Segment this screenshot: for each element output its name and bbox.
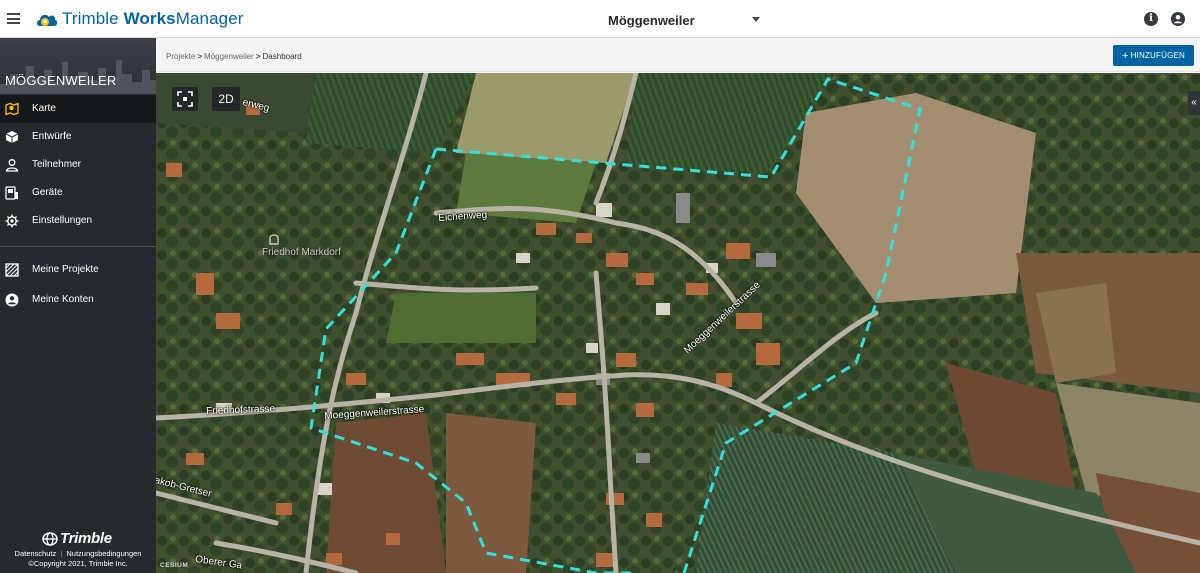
cesium-attribution[interactable]: CESIUM — [160, 562, 188, 569]
chevron-down-icon — [752, 17, 760, 22]
sidebar-divider — [0, 246, 156, 247]
projects-icon — [5, 263, 19, 277]
copyright-text: ©Copyright 2021, Trimble Inc. — [28, 559, 128, 568]
trimble-globe-icon — [42, 531, 58, 546]
sidebar-item-meine-konten[interactable]: Meine Konten — [0, 286, 156, 314]
app-title-part3: Manager — [175, 9, 244, 28]
map-view[interactable]: Eichenweg Friedhofstrasse Moeggenweilers… — [156, 73, 1200, 573]
sidebar-item-label: Meine Projekte — [32, 264, 99, 275]
account-glyph — [1174, 14, 1182, 24]
trimble-cloud-icon — [37, 14, 58, 26]
add-button[interactable]: + HINZUFÜGEN — [1113, 45, 1194, 66]
fullscreen-icon — [177, 91, 193, 107]
cemetery-icon — [269, 234, 279, 245]
app-title-part2: Works — [123, 9, 176, 28]
top-bar: Trimble WorksManager Möggenweiler — [0, 0, 1200, 38]
fullscreen-button[interactable] — [172, 87, 198, 111]
hamburger-menu-icon[interactable] — [7, 13, 20, 24]
footer-separator: | — [60, 549, 63, 558]
view-mode-toggle[interactable]: 2D — [212, 87, 240, 111]
footer-links: Datenschutz | Nutzungsbedingungen — [0, 549, 156, 558]
sidebar-item-label: Meine Konten — [32, 294, 94, 305]
project-selector[interactable]: Möggenweiler — [600, 11, 770, 29]
account-icon[interactable] — [1171, 12, 1185, 26]
sidebar-project-header: MÖGGENWEILER — [0, 38, 156, 94]
trimble-brand-logo: Trimble — [42, 530, 112, 547]
add-button-label: HINZUFÜGEN — [1130, 51, 1186, 60]
plus-icon: + — [1121, 50, 1129, 62]
breadcrumb-item-moeggenweiler[interactable]: Möggenweiler — [204, 52, 254, 61]
breadcrumb: Projekte > Möggenweiler > Dashboard — [166, 52, 302, 61]
poi-label: Friedhof Markdorf — [262, 247, 341, 258]
chevron-right-icon: > — [197, 52, 203, 61]
person-icon — [5, 159, 19, 172]
sidebar-item-label: Einstellungen — [32, 215, 93, 226]
sidebar-item-meine-projekte[interactable]: Meine Projekte — [0, 256, 156, 284]
app-title: Trimble WorksManager — [62, 9, 244, 29]
map-pin-icon — [5, 102, 19, 116]
breadcrumb-item-projekte[interactable]: Projekte — [166, 52, 195, 61]
cube-icon — [5, 131, 19, 143]
app-title-part1: Trimble — [62, 9, 124, 28]
sidebar-item-label: Entwürfe — [32, 131, 72, 142]
terms-link[interactable]: Nutzungsbedingungen — [66, 549, 141, 558]
project-selector-value: Möggenweiler — [608, 13, 695, 28]
sidebar-item-geraete[interactable]: Geräte — [0, 179, 156, 207]
sidebar-item-label: Geräte — [32, 187, 63, 198]
info-icon[interactable] — [1144, 12, 1158, 26]
satellite-imagery — [156, 73, 1200, 573]
panel-collapse-button[interactable]: « — [1188, 91, 1200, 115]
app-logo[interactable]: Trimble WorksManager — [36, 9, 244, 29]
sidebar-item-label: Teilnehmer — [32, 159, 81, 170]
sidebar-item-entwuerfe[interactable]: Entwürfe — [0, 123, 156, 151]
privacy-link[interactable]: Datenschutz — [15, 549, 57, 558]
breadcrumb-bar: Projekte > Möggenweiler > Dashboard + HINZUFÜ… — [156, 38, 1200, 72]
sidebar-project-title: MÖGGENWEILER — [5, 73, 117, 88]
breadcrumb-item-dashboard: Dashboard — [262, 52, 302, 61]
trimble-brand-text: Trimble — [60, 530, 112, 547]
sidebar: MÖGGENWEILER Karte Entwürfe Teilnehmer G… — [0, 38, 156, 573]
sidebar-item-einstellungen[interactable]: Einstellungen — [0, 207, 156, 235]
sidebar-item-label: Karte — [32, 103, 56, 114]
chevron-right-icon: > — [255, 52, 261, 61]
sidebar-item-teilnehmer[interactable]: Teilnehmer — [0, 151, 156, 179]
sidebar-item-karte[interactable]: Karte — [0, 95, 156, 123]
account-circle-icon — [5, 293, 19, 307]
gear-icon — [5, 214, 19, 228]
device-icon — [5, 186, 18, 200]
